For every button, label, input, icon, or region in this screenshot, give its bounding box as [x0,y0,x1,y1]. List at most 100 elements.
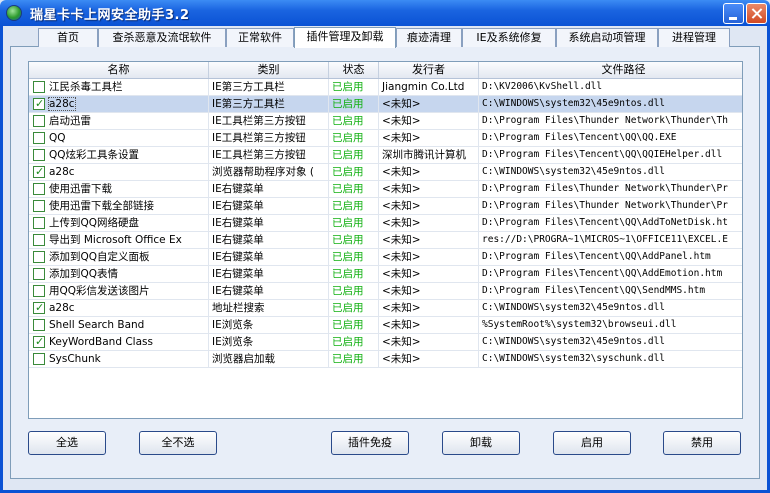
uninstall-button[interactable]: 卸载 [442,431,520,455]
tab-process-management[interactable]: 进程管理 [658,28,730,47]
plugin-file-path: C:\WINDOWS\system32\45e9ntos.dll [479,334,742,350]
plugin-status: 已启用 [329,198,379,214]
table-row[interactable]: 添加到QQ表情 IE右键菜单 已启用 <未知> D:\Program Files\Ten… [29,266,742,283]
plugin-category: IE第三方工具栏 [209,79,329,95]
row-checkbox[interactable] [33,164,45,180]
column-header-category[interactable]: 类别 [209,62,329,78]
table-row[interactable]: Shell Search Band IE浏览条 已启用 <未知> %SystemRoot… [29,317,742,334]
table-row[interactable]: a28c IE第三方工具栏已启用<未知>C:\WINDOWS\system32\4… [29,96,742,113]
enable-button[interactable]: 启用 [553,431,631,455]
row-name-cell: 江民杀毒工具栏 [29,79,209,95]
row-checkbox[interactable] [33,285,45,297]
plugin-name: 导出到 Microsoft Office Ex [49,234,182,246]
select-none-button[interactable]: 全不选 [139,431,217,455]
column-header-status[interactable]: 状态 [329,62,379,78]
row-checkbox[interactable] [33,96,45,112]
tab-normal-software[interactable]: 正常软件 [226,28,294,47]
plugin-name: KeyWordBand Class [49,336,153,348]
table-row[interactable]: KeyWordBand Class IE浏览条已启用<未知>C:\WINDOWS\… [29,334,742,351]
row-name-cell: QQ [29,130,209,146]
minimize-button[interactable] [723,3,744,24]
plugin-category: IE工具栏第三方按钮 [209,147,329,163]
row-checkbox[interactable] [33,353,45,365]
row-name-cell: a28c [29,300,209,316]
row-checkbox[interactable] [33,217,45,229]
plugin-category: IE右键菜单 [209,181,329,197]
plugin-name: a28c [49,166,75,178]
row-name-cell: 用QQ彩信发送该图片 [29,283,209,299]
tab-home[interactable]: 首页 [38,28,98,47]
tab-plugin-management[interactable]: 插件管理及卸载 [294,27,396,48]
column-header-name[interactable]: 名称 [29,62,209,78]
plugin-publisher: <未知> [379,96,479,112]
row-checkbox[interactable] [33,200,45,212]
table-row[interactable]: 江民杀毒工具栏 IE第三方工具栏 已启用 Jiangmin Co.Ltd D:\KV20… [29,79,742,96]
table-row[interactable]: 上传到QQ网络硬盘 IE右键菜单 已启用 <未知> D:\Program Files\T… [29,215,742,232]
row-checkbox[interactable] [33,334,45,350]
plugin-file-path: D:\Program Files\Tencent\QQ\QQ.EXE [479,130,742,146]
select-all-button[interactable]: 全选 [28,431,106,455]
row-checkbox[interactable] [33,251,45,263]
row-checkbox[interactable] [33,149,45,161]
tab-ie-system-repair[interactable]: IE及系统修复 [462,28,556,47]
tab-malware-scan[interactable]: 查杀恶意及流氓软件 [98,28,226,47]
table-row[interactable]: 导出到 Microsoft Office Ex IE右键菜单 已启用 <未知> res:… [29,232,742,249]
table-row[interactable]: a28c 地址栏搜索已启用<未知>C:\WINDOWS\system32\45e9… [29,300,742,317]
row-checkbox[interactable] [33,300,45,316]
close-button[interactable] [746,3,767,24]
plugin-list[interactable]: 名称 类别 状态 发行者 文件路径 江民杀毒工具栏 IE第三方工具栏 已启用 Jian… [28,61,743,419]
disable-button[interactable]: 禁用 [663,431,741,455]
plugin-file-path: C:\WINDOWS\system32\45e9ntos.dll [479,96,742,112]
plugin-status: 已启用 [329,164,379,180]
plugin-category: IE浏览条 [209,334,329,350]
table-row[interactable]: 启动迅雷 IE工具栏第三方按钮 已启用 <未知> D:\Program Files\Th… [29,113,742,130]
row-checkbox[interactable] [33,183,45,195]
plugin-publisher: <未知> [379,215,479,231]
tab-trace-cleanup[interactable]: 痕迹清理 [396,28,462,47]
table-row[interactable]: SysChunk 浏览器启加载 已启用 <未知> C:\WINDOWS\system32… [29,351,742,368]
plugin-name: 添加到QQ自定义面板 [49,251,150,263]
plugin-file-path: D:\Program Files\Tencent\QQ\AddPanel.htm [479,249,742,265]
row-name-cell: QQ炫彩工具条设置 [29,147,209,163]
plugin-immunize-button[interactable]: 插件免疫 [331,431,409,455]
plugin-publisher: <未知> [379,198,479,214]
row-name-cell: 使用迅雷下载全部链接 [29,198,209,214]
table-row[interactable]: 使用迅雷下载全部链接 IE右键菜单 已启用 <未知> D:\Program Files\… [29,198,742,215]
plugin-status: 已启用 [329,181,379,197]
plugin-publisher: <未知> [379,317,479,333]
tab-startup-management[interactable]: 系统启动项管理 [556,28,658,47]
title-bar[interactable]: 瑞星卡卡上网安全助手3.2 [0,0,770,26]
plugin-name: 使用迅雷下载全部链接 [49,200,154,212]
plugin-name: 使用迅雷下载 [49,183,112,195]
plugin-category: 浏览器启加载 [209,351,329,367]
plugin-status: 已启用 [329,300,379,316]
app-logo-icon [6,5,22,21]
plugin-name: Shell Search Band [49,319,145,331]
table-row[interactable]: QQ IE工具栏第三方按钮 已启用 <未知> D:\Program Files\Tenc… [29,130,742,147]
table-row[interactable]: a28c 浏览器帮助程序对象 (已启用<未知>C:\WINDOWS\system3… [29,164,742,181]
plugin-name: 上传到QQ网络硬盘 [49,217,140,229]
row-name-cell: 导出到 Microsoft Office Ex [29,232,209,248]
plugin-file-path: C:\WINDOWS\system32\syschunk.dll [479,351,742,367]
row-checkbox[interactable] [33,132,45,144]
row-checkbox[interactable] [33,234,45,246]
row-name-cell: 上传到QQ网络硬盘 [29,215,209,231]
table-row[interactable]: 使用迅雷下载 IE右键菜单 已启用 <未知> D:\Program Files\Thun… [29,181,742,198]
plugin-file-path: D:\Program Files\Thunder Network\Thunder… [479,198,742,214]
row-checkbox[interactable] [33,81,45,93]
column-header-publisher[interactable]: 发行者 [379,62,479,78]
plugin-category: IE第三方工具栏 [209,96,329,112]
row-checkbox[interactable] [33,115,45,127]
row-checkbox[interactable] [33,319,45,331]
plugin-publisher: <未知> [379,181,479,197]
column-header-path[interactable]: 文件路径 [479,62,742,78]
plugin-file-path: D:\Program Files\Thunder Network\Thunder… [479,181,742,197]
row-checkbox[interactable] [33,268,45,280]
row-name-cell: a28c [29,164,209,180]
plugin-status: 已启用 [329,266,379,282]
table-row[interactable]: 添加到QQ自定义面板 IE右键菜单 已启用 <未知> D:\Program Files\… [29,249,742,266]
table-row[interactable]: 用QQ彩信发送该图片 IE右键菜单 已启用 <未知> D:\Program Files\… [29,283,742,300]
plugin-status: 已启用 [329,147,379,163]
plugin-name: 用QQ彩信发送该图片 [49,285,150,297]
table-row[interactable]: QQ炫彩工具条设置 IE工具栏第三方按钮 已启用 深圳市腾讯计算机 D:\Program… [29,147,742,164]
